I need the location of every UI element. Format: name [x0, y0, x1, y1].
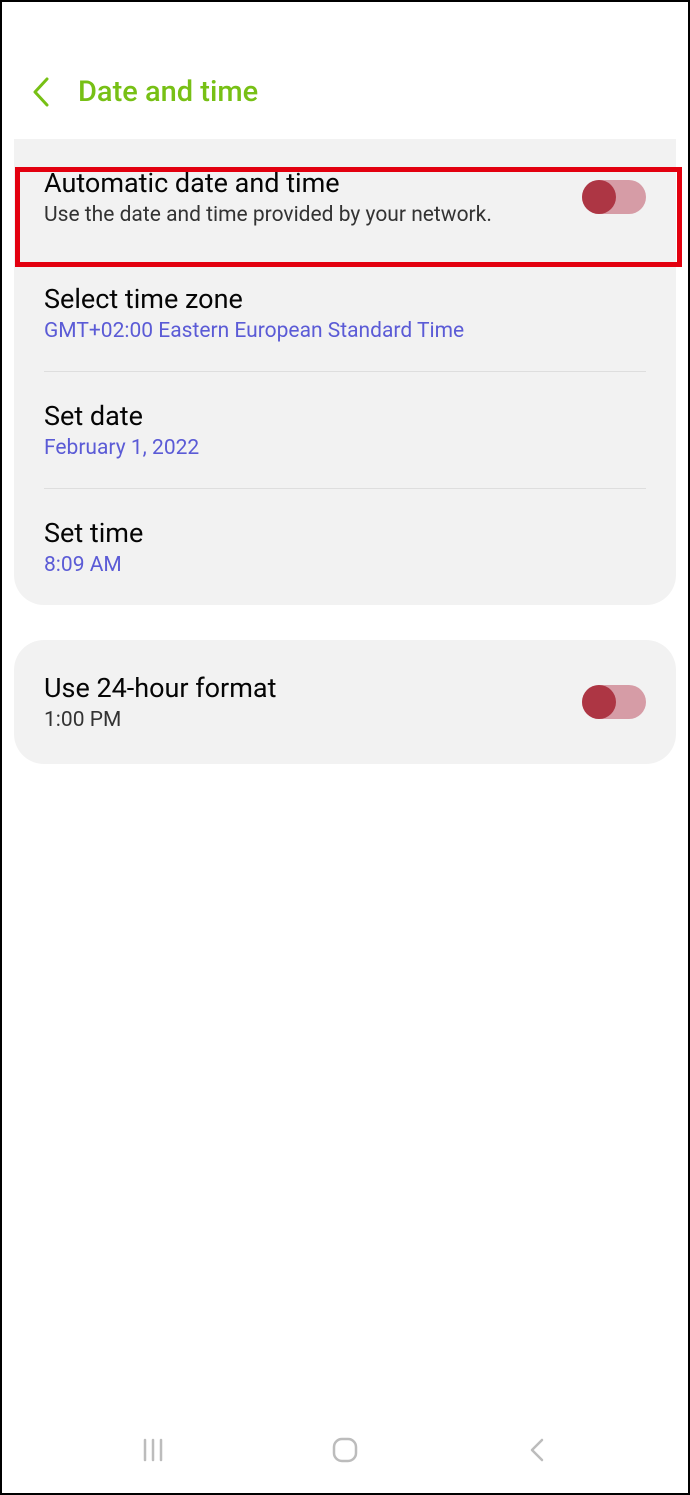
home-icon[interactable]: [327, 1432, 363, 1468]
row-text: Set time 8:09 AM: [44, 517, 646, 577]
set-date-subtitle: February 1, 2022: [44, 436, 646, 460]
nav-bar: [2, 1425, 688, 1475]
recent-apps-icon[interactable]: [135, 1432, 171, 1468]
use-24-hour-format-row[interactable]: Use 24-hour format 1:00 PM: [14, 640, 676, 764]
row-text: Use 24-hour format 1:00 PM: [44, 672, 562, 732]
select-time-zone-row[interactable]: Select time zone GMT+02:00 Eastern Europ…: [14, 255, 676, 371]
select-time-zone-subtitle: GMT+02:00 Eastern European Standard Time: [44, 319, 646, 343]
back-icon[interactable]: [32, 75, 50, 109]
use-24-hour-format-title: Use 24-hour format: [44, 672, 562, 704]
row-text: Automatic date and time Use the date and…: [44, 167, 562, 227]
set-date-title: Set date: [44, 400, 646, 432]
back-nav-icon[interactable]: [519, 1432, 555, 1468]
automatic-date-time-title: Automatic date and time: [44, 167, 562, 199]
use-24-hour-format-subtitle: 1:00 PM: [44, 708, 562, 732]
settings-group-1: Automatic date and time Use the date and…: [14, 139, 676, 605]
automatic-date-time-row[interactable]: Automatic date and time Use the date and…: [14, 139, 676, 255]
toggle-thumb: [582, 180, 616, 214]
page-title: Date and time: [78, 75, 258, 109]
settings-group-2: Use 24-hour format 1:00 PM: [14, 640, 676, 764]
set-time-row[interactable]: Set time 8:09 AM: [14, 489, 676, 605]
set-time-title: Set time: [44, 517, 646, 549]
toggle-thumb: [582, 685, 616, 719]
automatic-date-time-subtitle: Use the date and time provided by your n…: [44, 203, 562, 227]
header: Date and time: [2, 47, 688, 139]
use-24-hour-format-toggle[interactable]: [582, 685, 646, 719]
set-time-subtitle: 8:09 AM: [44, 553, 646, 577]
row-text: Select time zone GMT+02:00 Eastern Europ…: [44, 283, 646, 343]
select-time-zone-title: Select time zone: [44, 283, 646, 315]
set-date-row[interactable]: Set date February 1, 2022: [14, 372, 676, 488]
row-text: Set date February 1, 2022: [44, 400, 646, 460]
automatic-date-time-toggle[interactable]: [582, 180, 646, 214]
